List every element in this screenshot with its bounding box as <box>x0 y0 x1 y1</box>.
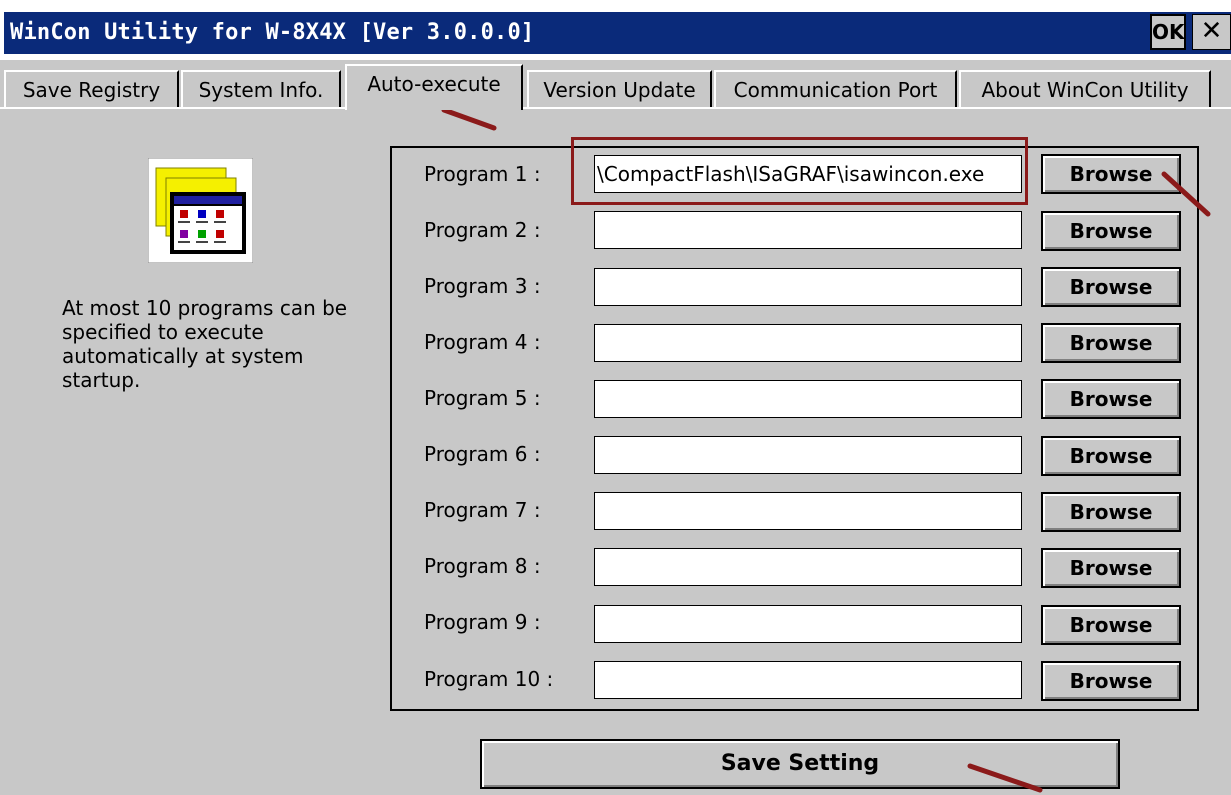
program-5-input[interactable] <box>594 380 1022 418</box>
program-1-browse-button[interactable]: Browse <box>1041 154 1181 194</box>
program-3-input[interactable] <box>594 268 1022 306</box>
tab-version-update[interactable]: Version Update <box>527 70 712 108</box>
program-10-label: Program 10 : <box>424 667 554 691</box>
program-5-label: Program 5 : <box>424 386 541 410</box>
program-7-label: Program 7 : <box>424 498 541 522</box>
program-4-label: Program 4 : <box>424 330 541 354</box>
tab-system-info[interactable]: System Info. <box>181 70 341 108</box>
program-8-label: Program 8 : <box>424 554 541 578</box>
tab-about-wincon[interactable]: About WinCon Utility <box>959 70 1211 108</box>
program-9-label: Program 9 : <box>424 610 541 634</box>
program-4-input[interactable] <box>594 324 1022 362</box>
save-setting-button[interactable]: Save Setting <box>480 739 1120 789</box>
program-8-input[interactable] <box>594 548 1022 586</box>
tab-auto-execute[interactable]: Auto-execute <box>345 64 523 110</box>
program-10-input[interactable] <box>594 661 1022 699</box>
program-3-label: Program 3 : <box>424 274 541 298</box>
program-folder-icon <box>147 157 254 264</box>
program-1-label: Program 1 : <box>424 162 541 186</box>
close-button[interactable]: ✕ <box>1192 14 1231 50</box>
ok-button[interactable]: OK <box>1150 14 1186 50</box>
program-8-browse-button[interactable]: Browse <box>1041 548 1181 588</box>
program-2-browse-button[interactable]: Browse <box>1041 211 1181 251</box>
title-bar-fill: WinCon Utility for W-8X4X [Ver 3.0.0.0] <box>4 12 1231 54</box>
program-4-browse-button[interactable]: Browse <box>1041 323 1181 363</box>
tab-strip: Save Registry System Info. Auto-execute … <box>0 64 1231 110</box>
program-2-input[interactable] <box>594 211 1022 249</box>
tab-divider <box>0 107 1231 109</box>
program-6-input[interactable] <box>594 436 1022 474</box>
program-6-label: Program 6 : <box>424 442 541 466</box>
program-1-input[interactable]: \CompactFlash\ISaGRAF\isawincon.exe <box>594 155 1022 193</box>
program-9-browse-button[interactable]: Browse <box>1041 605 1181 645</box>
program-10-browse-button[interactable]: Browse <box>1041 661 1181 701</box>
tab-save-registry[interactable]: Save Registry <box>4 70 179 108</box>
program-6-browse-button[interactable]: Browse <box>1041 436 1181 476</box>
window-title: WinCon Utility for W-8X4X [Ver 3.0.0.0] <box>10 20 535 45</box>
tab-communication-port[interactable]: Communication Port <box>714 70 957 108</box>
program-7-input[interactable] <box>594 492 1022 530</box>
program-7-browse-button[interactable]: Browse <box>1041 492 1181 532</box>
program-9-input[interactable] <box>594 605 1022 643</box>
description-text: At most 10 programs can be specified to … <box>62 296 348 392</box>
program-3-browse-button[interactable]: Browse <box>1041 267 1181 307</box>
program-5-browse-button[interactable]: Browse <box>1041 379 1181 419</box>
program-2-label: Program 2 : <box>424 218 541 242</box>
title-bar: WinCon Utility for W-8X4X [Ver 3.0.0.0] … <box>0 0 1231 60</box>
